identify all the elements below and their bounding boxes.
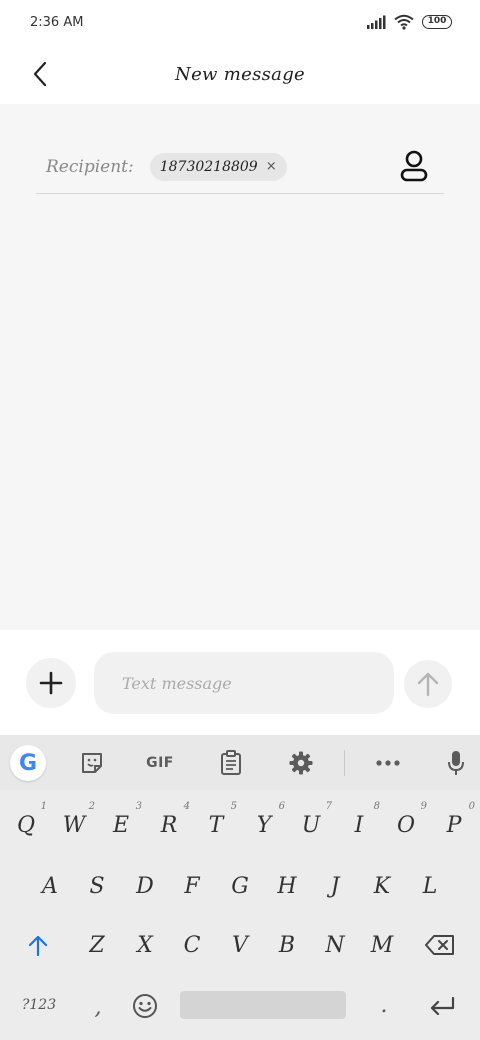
wifi-icon	[394, 14, 414, 30]
arrow-up-icon	[417, 672, 439, 697]
toolbar-divider	[344, 750, 345, 776]
emoji-key[interactable]	[126, 987, 164, 1025]
message-content-area: Recipient: 18730218809 ×	[0, 104, 480, 630]
app-header: New message	[0, 44, 480, 104]
period-key[interactable]: .	[366, 987, 402, 1023]
key-o[interactable]: O9	[384, 799, 428, 851]
key-m[interactable]: M	[360, 919, 404, 971]
plus-icon	[39, 671, 63, 695]
recipient-label: Recipient:	[46, 156, 134, 177]
key-s[interactable]: S	[75, 860, 119, 912]
keyboard-toolbar: G GIF	[0, 735, 480, 790]
key-b[interactable]: B	[265, 919, 309, 971]
key-w[interactable]: W2	[52, 799, 96, 851]
recipient-chip[interactable]: 18730218809 ×	[149, 152, 287, 181]
recipient-row: Recipient: 18730218809 ×	[36, 140, 444, 194]
clipboard-button[interactable]	[211, 743, 251, 783]
compose-bar	[0, 630, 480, 735]
chevron-left-icon	[33, 61, 47, 87]
message-input[interactable]	[94, 652, 394, 714]
recipient-chip-value: 18730218809	[159, 158, 258, 175]
enter-icon	[430, 997, 455, 1015]
gif-icon: GIF	[146, 755, 174, 771]
key-i[interactable]: I8	[337, 799, 381, 851]
chip-close-icon[interactable]: ×	[266, 159, 277, 174]
sticker-icon	[82, 753, 102, 773]
key-c[interactable]: C	[170, 919, 214, 971]
key-t[interactable]: T5	[194, 799, 238, 851]
emoji-icon	[133, 994, 157, 1018]
key-g[interactable]: G	[218, 860, 262, 912]
key-f[interactable]: F	[170, 860, 214, 912]
page-title: New message	[175, 63, 305, 85]
contact-picker-button[interactable]	[396, 148, 432, 184]
voice-input-button[interactable]	[436, 743, 476, 783]
battery-icon: 100	[422, 15, 452, 29]
key-p[interactable]: P0	[432, 799, 476, 851]
shift-arrow-icon	[28, 935, 48, 956]
signal-icon	[367, 15, 386, 29]
spacebar[interactable]	[180, 991, 346, 1019]
key-z[interactable]: Z	[75, 919, 119, 971]
key-n[interactable]: N	[313, 919, 357, 971]
more-button[interactable]	[368, 743, 408, 783]
key-j[interactable]: J	[313, 860, 357, 912]
google-icon: G	[10, 745, 46, 781]
gif-button[interactable]: GIF	[140, 743, 180, 783]
settings-button[interactable]	[281, 743, 321, 783]
key-x[interactable]: X	[123, 919, 167, 971]
shift-key[interactable]	[16, 919, 60, 971]
key-q[interactable]: Q1	[4, 799, 48, 851]
mic-icon	[448, 751, 464, 775]
status-time: 2:36 AM	[30, 14, 84, 30]
attach-button[interactable]	[26, 658, 76, 708]
gear-icon	[289, 751, 313, 775]
key-y[interactable]: Y6	[242, 799, 286, 851]
more-icon	[376, 760, 400, 766]
backspace-icon	[425, 935, 454, 955]
key-e[interactable]: E3	[99, 799, 143, 851]
send-button[interactable]	[404, 660, 452, 708]
key-a[interactable]: A	[28, 860, 72, 912]
key-l[interactable]: L	[408, 860, 452, 912]
key-d[interactable]: D	[123, 860, 167, 912]
key-h[interactable]: H	[265, 860, 309, 912]
enter-key[interactable]	[420, 987, 464, 1025]
sticker-button[interactable]	[72, 743, 112, 783]
clipboard-icon	[221, 750, 241, 775]
key-v[interactable]: V	[218, 919, 262, 971]
google-button[interactable]: G	[8, 743, 48, 783]
status-bar: 2:36 AM 100	[0, 0, 480, 44]
key-r[interactable]: R4	[147, 799, 191, 851]
key-k[interactable]: K	[360, 860, 404, 912]
key-u[interactable]: U7	[289, 799, 333, 851]
status-icons: 100	[366, 14, 452, 30]
backspace-key[interactable]	[418, 919, 462, 971]
keyboard: G GIF Q 1 W 2 E 3 R 4 T 5 Y 6 U 7 I 8 O …	[0, 735, 480, 1040]
contact-person-icon	[400, 150, 428, 182]
symbols-key[interactable]: ?123	[14, 987, 64, 1023]
back-button[interactable]	[22, 56, 58, 92]
comma-key[interactable]: ,	[80, 989, 116, 1025]
